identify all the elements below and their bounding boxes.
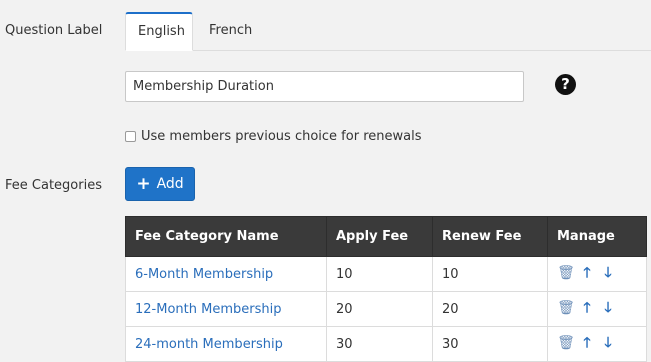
apply-fee-cell: 10 bbox=[326, 256, 433, 292]
arrow-up-icon[interactable]: 🡑 bbox=[578, 262, 596, 286]
tab-french[interactable]: French bbox=[197, 12, 264, 50]
manage-cell: 🗑 🡑 🡓 bbox=[547, 326, 647, 362]
table-row: 6-Month Membership 10 10 🗑 🡑 🡓 bbox=[125, 256, 647, 292]
add-fee-category-button[interactable]: + Add bbox=[125, 167, 195, 201]
renew-fee-cell: 20 bbox=[432, 291, 548, 327]
tab-english[interactable]: English bbox=[125, 12, 193, 51]
table-header-row: Fee Category Name Apply Fee Renew Fee Ma… bbox=[125, 216, 647, 257]
question-circle-icon[interactable]: ? bbox=[555, 74, 576, 95]
trash-icon[interactable]: 🗑 bbox=[557, 335, 575, 351]
question-label-input[interactable] bbox=[125, 71, 524, 102]
trash-icon[interactable]: 🗑 bbox=[557, 265, 575, 281]
table-row: 12-Month Membership 20 20 🗑 🡑 🡓 bbox=[125, 291, 647, 327]
fee-category-link[interactable]: 6-Month Membership bbox=[135, 267, 273, 282]
fee-categories-label: Fee Categories bbox=[5, 178, 102, 193]
question-label: Question Label bbox=[5, 23, 103, 38]
renew-fee-cell: 30 bbox=[432, 326, 548, 362]
fee-category-link[interactable]: 12-Month Membership bbox=[135, 302, 281, 317]
fee-category-link[interactable]: 24-month Membership bbox=[135, 337, 283, 352]
manage-cell: 🗑 🡑 🡓 bbox=[547, 256, 647, 292]
column-header-renew-fee: Renew Fee bbox=[432, 216, 548, 257]
plus-icon: + bbox=[136, 173, 151, 194]
arrow-down-icon[interactable]: 🡓 bbox=[599, 297, 617, 321]
add-button-label: Add bbox=[156, 176, 184, 192]
arrow-up-icon[interactable]: 🡑 bbox=[578, 332, 596, 356]
arrow-down-icon[interactable]: 🡓 bbox=[599, 332, 617, 356]
language-tabs: English French bbox=[125, 12, 651, 51]
manage-cell: 🗑 🡑 🡓 bbox=[547, 291, 647, 327]
fee-categories-table: Fee Category Name Apply Fee Renew Fee Ma… bbox=[125, 216, 647, 362]
renewal-choice-checkbox[interactable] bbox=[125, 130, 136, 142]
apply-fee-cell: 30 bbox=[326, 326, 433, 362]
column-header-apply-fee: Apply Fee bbox=[326, 216, 433, 257]
renewal-choice-label: Use members previous choice for renewals bbox=[141, 128, 422, 144]
renewal-choice-option: Use members previous choice for renewals bbox=[125, 128, 421, 144]
renew-fee-cell: 10 bbox=[432, 256, 548, 292]
trash-icon[interactable]: 🗑 bbox=[557, 300, 575, 316]
apply-fee-cell: 20 bbox=[326, 291, 433, 327]
table-row: 24-month Membership 30 30 🗑 🡑 🡓 bbox=[125, 326, 647, 362]
column-header-manage: Manage bbox=[547, 216, 647, 257]
arrow-down-icon[interactable]: 🡓 bbox=[599, 262, 617, 286]
arrow-up-icon[interactable]: 🡑 bbox=[578, 297, 596, 321]
column-header-name: Fee Category Name bbox=[125, 216, 327, 257]
